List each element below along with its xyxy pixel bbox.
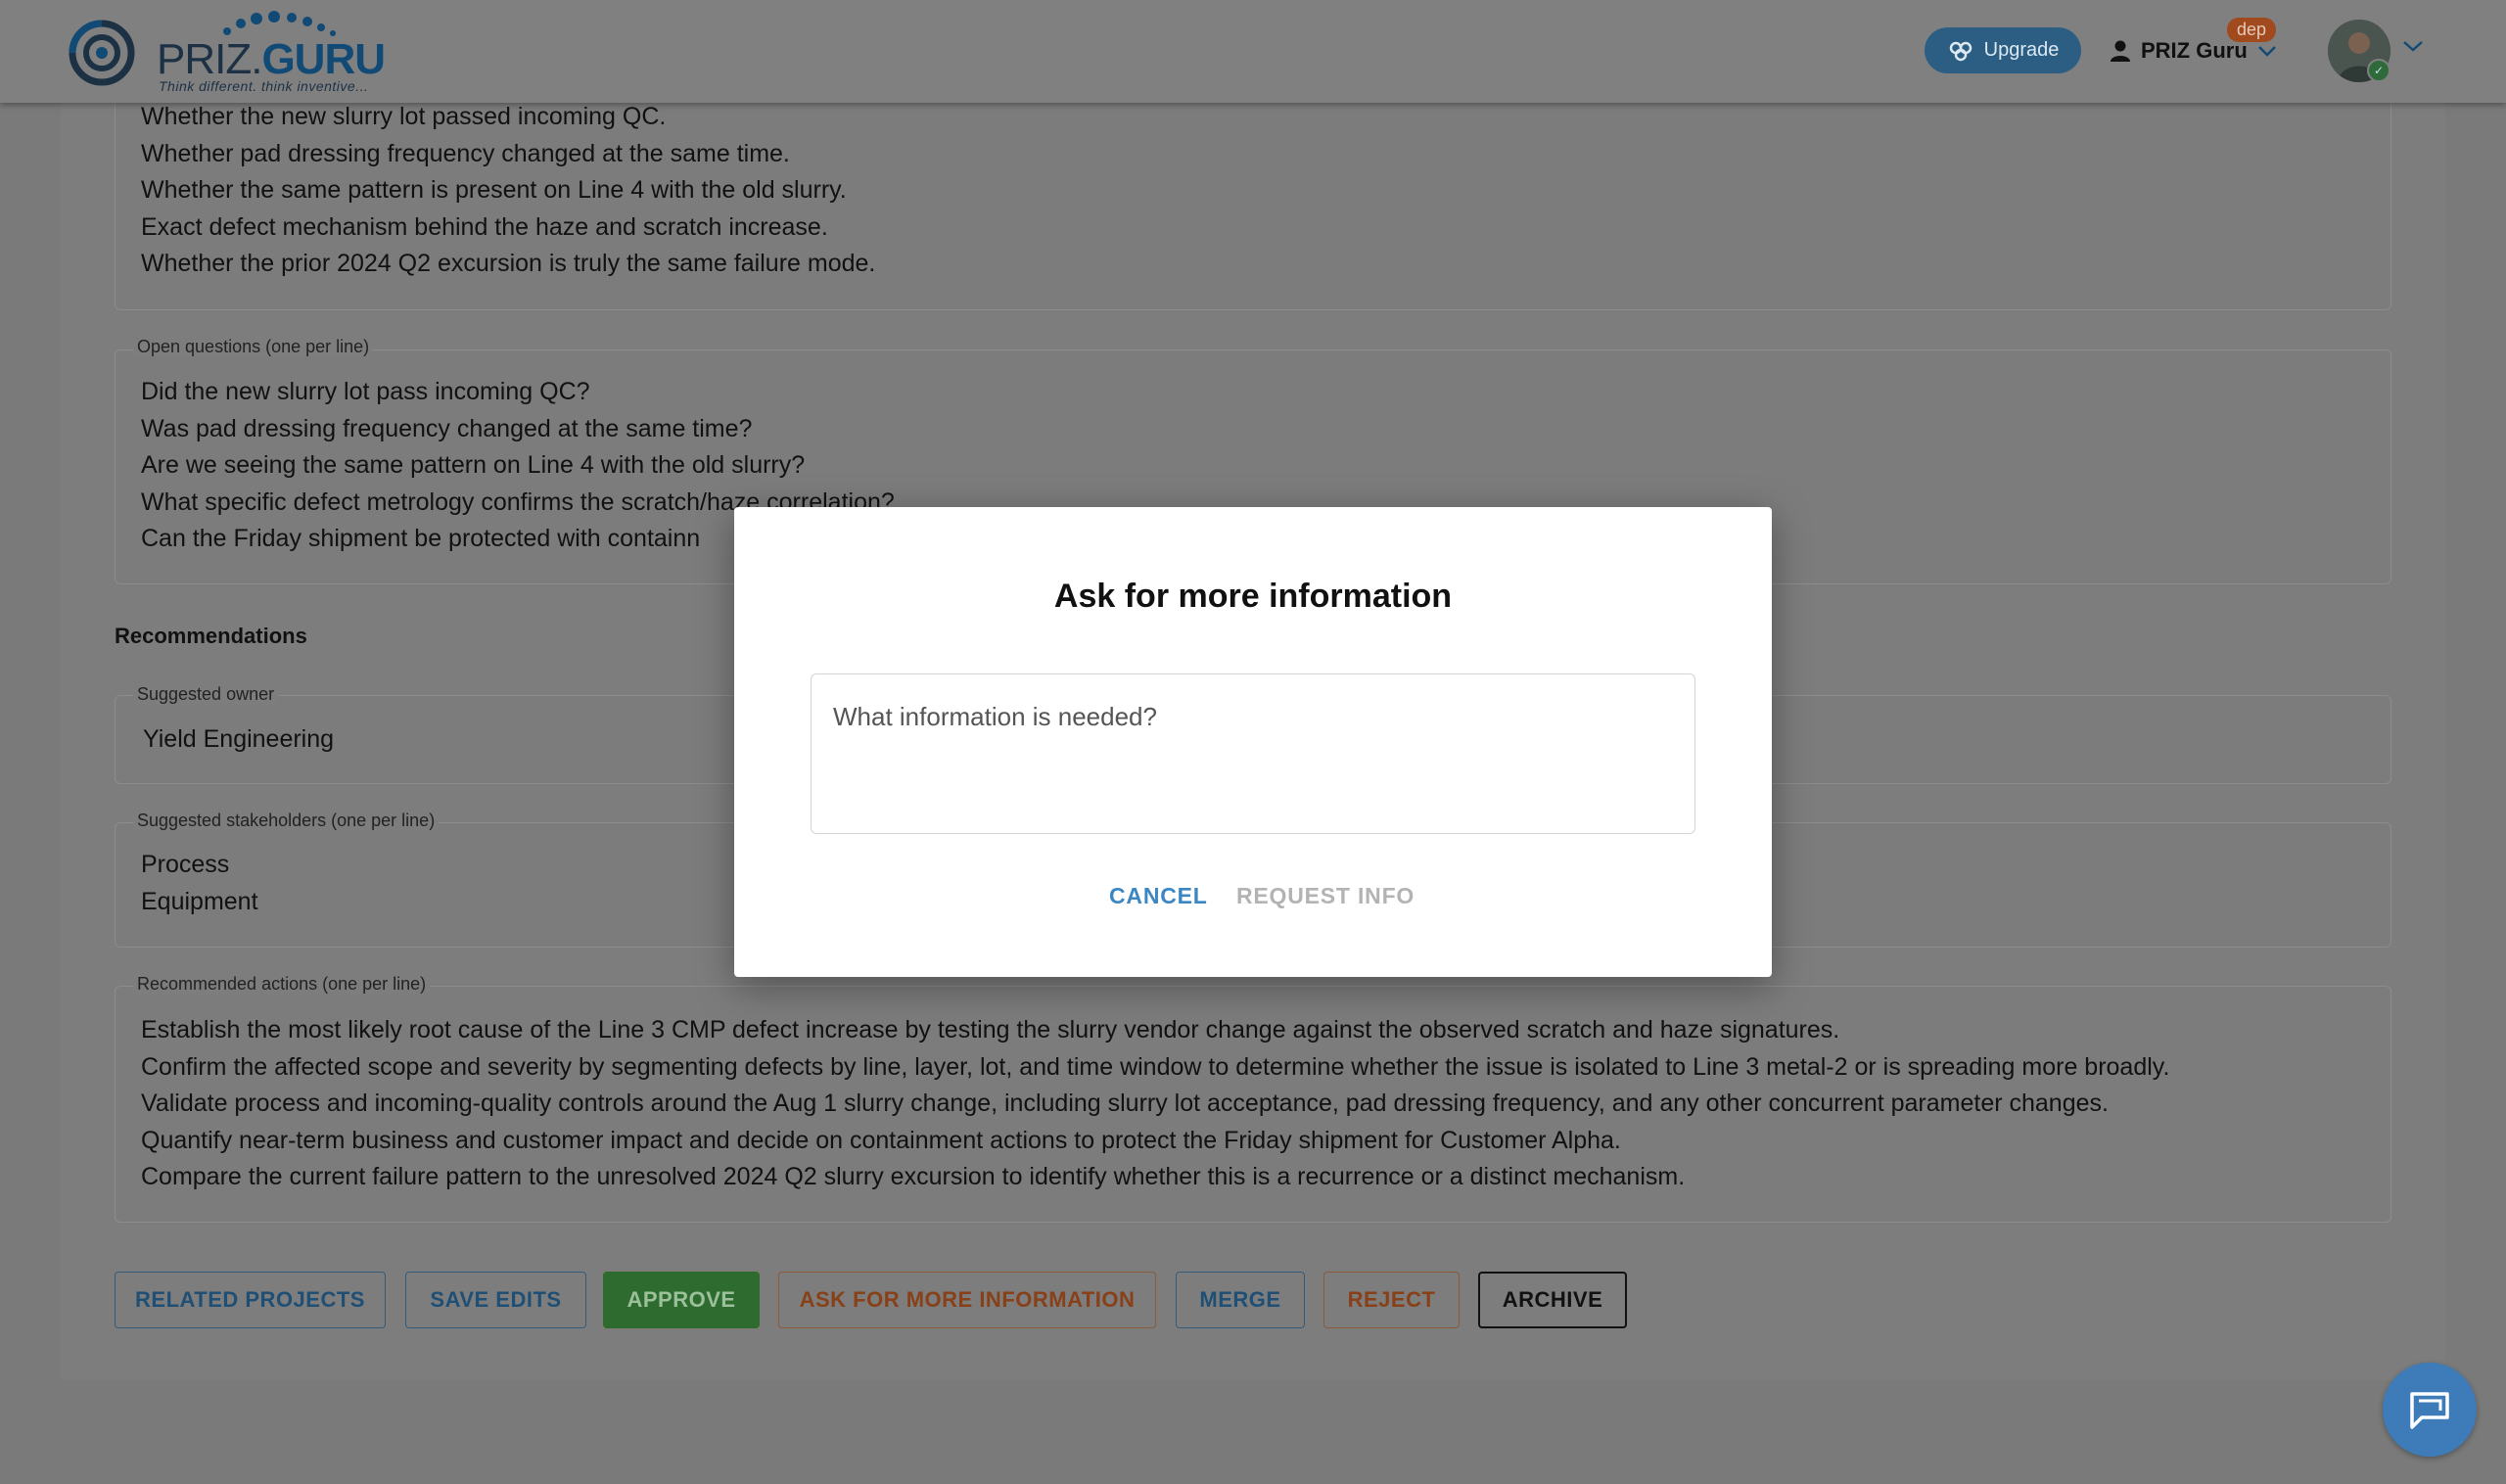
logo-mark-icon [69, 20, 135, 86]
list-item: Whether the same pattern is present on L… [141, 176, 847, 204]
list-item: Exact defect mechanism behind the haze a… [141, 212, 828, 241]
recommended-actions-lines: Establish the most likely root cause of … [141, 1012, 2169, 1196]
online-status-icon: ✓ [2367, 59, 2390, 82]
archive-button[interactable]: ARCHIVE [1478, 1272, 1627, 1328]
app-header: PRIZ.GURU Think different. think inventi… [0, 0, 2506, 103]
chat-bubble-icon [2410, 1392, 2449, 1429]
person-icon [2111, 40, 2130, 62]
request-info-button[interactable]: REQUEST INFO [1236, 883, 1415, 909]
list-item: Whether the new slurry lot passed incomi… [141, 103, 667, 130]
user-name: PRIZ Guru [2141, 38, 2248, 63]
related-projects-button[interactable]: RELATED PROJECTS [115, 1272, 386, 1328]
logo-guru-text: GURU [261, 35, 386, 83]
unknowns-lines: Whether the new slurry lot passed incomi… [141, 99, 875, 283]
logo-tagline: Think different. think inventive... [159, 78, 369, 94]
chevron-down-icon[interactable] [2402, 39, 2424, 53]
gem-icon [1949, 41, 1972, 61]
ask-more-info-button[interactable]: ASK FOR MORE INFORMATION [778, 1272, 1156, 1328]
list-item: Whether pad dressing frequency changed a… [141, 139, 790, 167]
suggested-owner-value: Yield Engineering [143, 725, 335, 753]
stakeholders-lines: Process Equipment [141, 847, 258, 920]
cancel-button[interactable]: CANCEL [1109, 883, 1208, 909]
suggested-stakeholders-label: Suggested stakeholders (one per line) [133, 811, 440, 831]
chevron-down-icon [2257, 46, 2276, 57]
list-item: Compare the current failure pattern to t… [141, 1163, 1686, 1190]
list-item: Equipment [141, 887, 258, 915]
list-item: Did the new slurry lot pass incoming QC? [141, 378, 590, 405]
logo-wordmark: PRIZ.GURU [157, 35, 386, 84]
list-item: Are we seeing the same pattern on Line 4… [141, 451, 806, 479]
recommended-actions-label: Recommended actions (one per line) [133, 974, 431, 995]
list-item: Validate process and incoming-quality co… [141, 1090, 2109, 1117]
list-item: Establish the most likely root cause of … [141, 1016, 1840, 1043]
list-item: Whether the prior 2024 Q2 excursion is t… [141, 250, 876, 277]
information-needed-input[interactable] [811, 673, 1695, 834]
open-questions-label: Open questions (one per line) [133, 337, 374, 357]
logo-main-text: PRIZ. [157, 35, 262, 83]
merge-button[interactable]: MERGE [1176, 1272, 1305, 1328]
upgrade-label: Upgrade [1983, 39, 2060, 61]
list-item: Quantify near-term business and customer… [141, 1126, 1621, 1154]
list-item: Process [141, 851, 230, 878]
list-item: Was pad dressing frequency changed at th… [141, 414, 753, 442]
upgrade-button[interactable]: Upgrade [1925, 27, 2081, 73]
recommendations-heading: Recommendations [115, 624, 307, 648]
priz-guru-logo[interactable]: PRIZ.GURU Think different. think inventi… [61, 10, 413, 94]
ask-info-dialog: Ask for more information CANCEL REQUEST … [734, 507, 1772, 977]
suggested-owner-label: Suggested owner [133, 684, 279, 705]
list-item: Confirm the affected scope and severity … [141, 1052, 2170, 1081]
environment-badge: dep [2227, 18, 2277, 42]
dialog-title: Ask for more information [1053, 578, 1453, 615]
chat-button[interactable] [2383, 1363, 2477, 1457]
reject-button[interactable]: REJECT [1323, 1272, 1460, 1328]
approve-button[interactable]: APPROVE [603, 1272, 760, 1328]
save-edits-button[interactable]: SAVE EDITS [405, 1272, 586, 1328]
recommended-actions-field[interactable]: Establish the most likely root cause of … [115, 986, 2391, 1223]
